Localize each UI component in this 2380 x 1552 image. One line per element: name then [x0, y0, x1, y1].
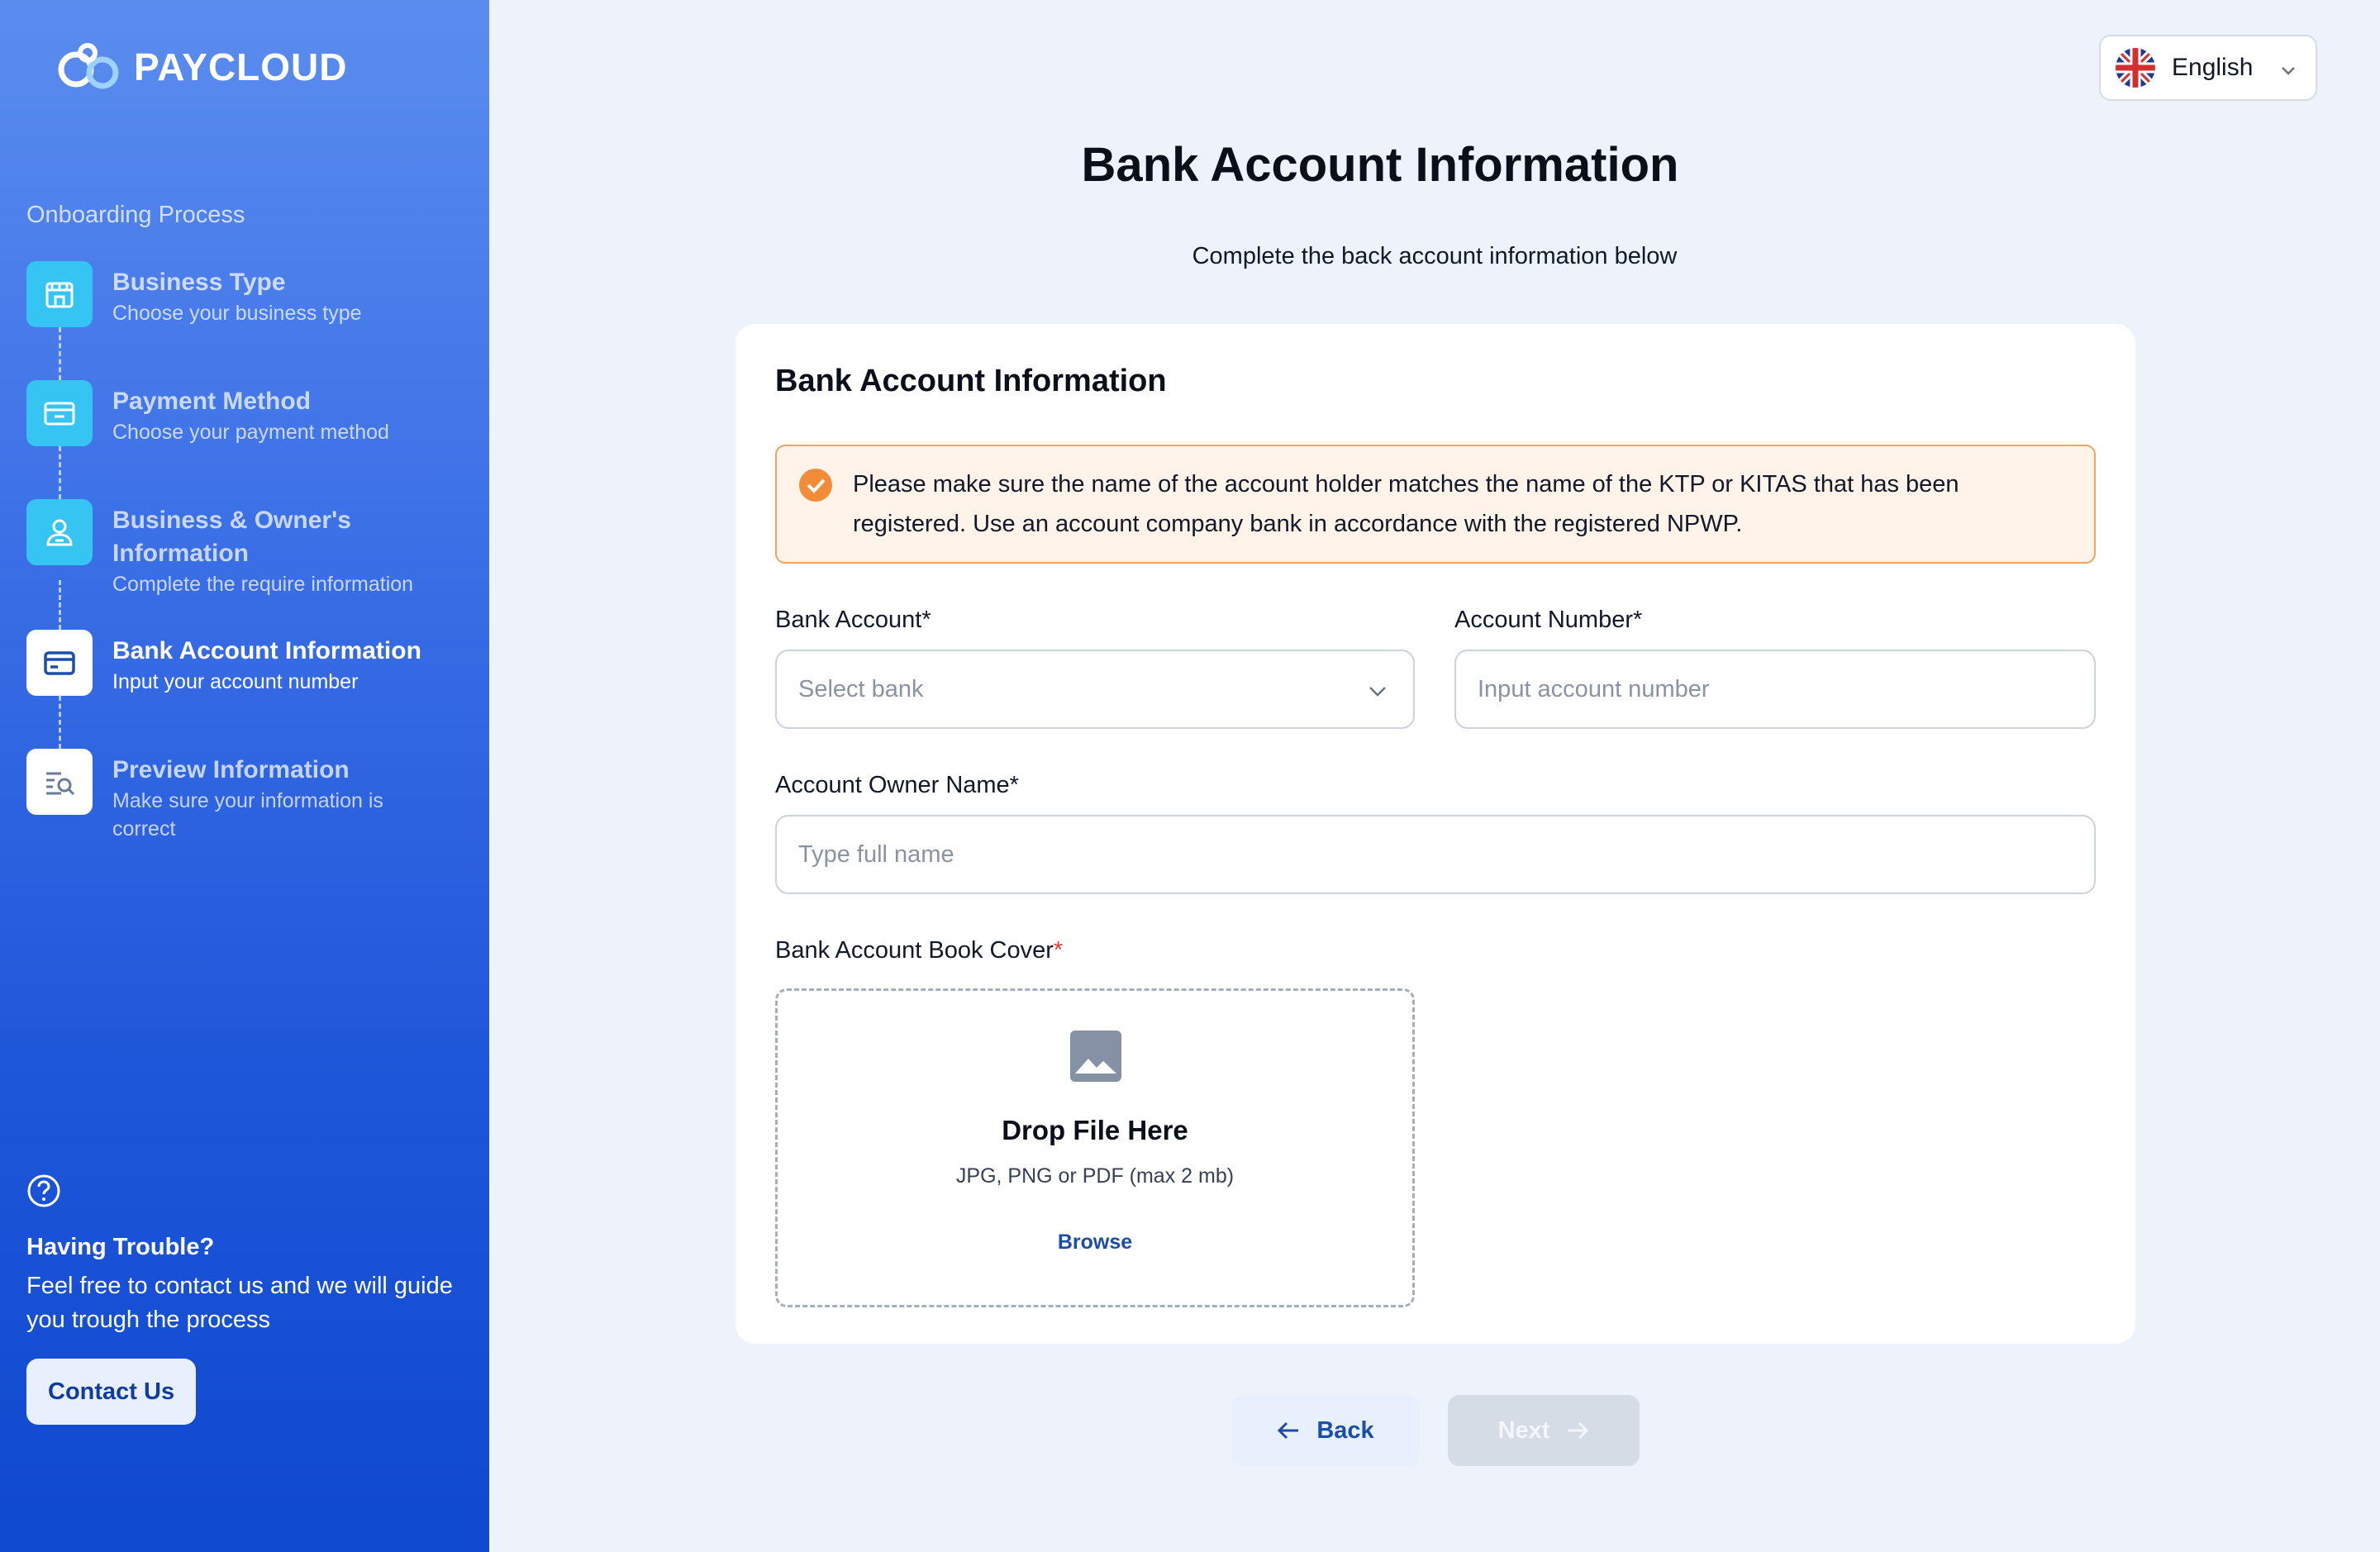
page-subtitle: Complete the back account information be…	[1192, 243, 1678, 269]
step-title: Business & Owner's Information	[112, 507, 351, 567]
step-description: Choose your business type	[112, 302, 362, 325]
step-title: Payment Method	[112, 388, 312, 415]
question-circle-icon	[27, 1174, 60, 1207]
step-title: Bank Account Information	[112, 637, 421, 664]
step-bank-account-information[interactable]: Bank Account Information Input your acco…	[26, 630, 473, 696]
bank-select[interactable]: Select bank	[775, 650, 1415, 729]
back-label: Back	[1316, 1416, 1374, 1444]
image-icon	[1070, 1031, 1121, 1082]
chevron-down-icon	[1369, 687, 1386, 697]
step-business-type[interactable]: Business Type Choose your business type	[26, 261, 473, 327]
step-connector	[26, 446, 93, 499]
section-label: Onboarding Process	[26, 202, 245, 228]
step-business-owner-information[interactable]: Business & Owner's Information Complete …	[26, 499, 473, 598]
account-number-label: Account Number*	[1454, 607, 1643, 633]
step-description: Choose your payment method	[112, 421, 389, 444]
step-title: Business Type	[112, 269, 286, 296]
browse-link[interactable]: Browse	[778, 1231, 1412, 1254]
onboarding-steps: Business Type Choose your business type …	[26, 261, 473, 843]
help-section: Having Trouble? Feel free to contact us …	[26, 1174, 473, 1425]
step-payment-method[interactable]: Payment Method Choose your payment metho…	[26, 380, 473, 446]
search-list-icon	[26, 749, 93, 815]
drop-title: Drop File Here	[1002, 1115, 1188, 1145]
step-description: Input your account number	[112, 670, 359, 693]
owner-name-placeholder: Type full name	[798, 841, 954, 868]
step-connector	[26, 327, 93, 380]
owner-name-input[interactable]: Type full name	[775, 815, 2096, 894]
arrow-left-icon	[1278, 1421, 1299, 1440]
user-id-icon	[26, 499, 93, 565]
alert-text: Please make sure the name of the account…	[853, 471, 1959, 537]
language-label: English	[2172, 54, 2254, 81]
chevron-down-icon	[2282, 67, 2295, 75]
owner-name-label: Account Owner Name*	[775, 772, 1019, 798]
brand-logo[interactable]: PAYCLOUD	[51, 38, 347, 96]
paycloud-logo-icon	[58, 43, 119, 89]
store-icon	[26, 261, 93, 327]
card-icon	[26, 630, 93, 696]
sidebar: PAYCLOUD Onboarding Process Business Typ…	[0, 0, 489, 1552]
book-cover-label-text: Bank Account Book Cover	[775, 937, 1054, 964]
step-description: Make sure your information is correct	[112, 789, 383, 840]
contact-us-button[interactable]: Contact Us	[26, 1359, 197, 1425]
drop-hint: JPG, PNG or PDF (max 2 mb)	[955, 1164, 1235, 1188]
arrow-right-icon	[1568, 1421, 1589, 1440]
bank-account-form-card: Bank Account Information Please make sur…	[735, 324, 2135, 1344]
step-preview-information[interactable]: Preview Information Make sure your infor…	[26, 749, 473, 843]
file-dropzone[interactable]: Drop File Here JPG, PNG or PDF (max 2 mb…	[775, 988, 1415, 1307]
step-description: Complete the require information	[112, 573, 414, 596]
uk-flag-icon	[2116, 48, 2155, 88]
next-label: Next	[1497, 1416, 1550, 1444]
check-circle-icon	[799, 469, 832, 502]
back-button[interactable]: Back	[1231, 1395, 1420, 1466]
brand-name: PAYCLOUD	[134, 45, 348, 88]
info-alert: Please make sure the name of the account…	[775, 445, 2096, 564]
wallet-icon	[26, 380, 93, 446]
page-title: Bank Account Information	[1081, 138, 1679, 192]
language-selector[interactable]: English	[2099, 35, 2317, 101]
step-connector	[26, 696, 93, 749]
account-number-placeholder: Input account number	[1478, 676, 1710, 702]
step-title: Preview Information	[112, 756, 350, 783]
required-mark: *	[1053, 937, 1064, 964]
help-text: Feel free to contact us and we will guid…	[26, 1273, 453, 1333]
account-number-input[interactable]: Input account number	[1454, 650, 2096, 729]
book-cover-label: Bank Account Book Cover*	[775, 937, 1063, 964]
card-title: Bank Account Information	[775, 364, 1167, 398]
bank-select-placeholder: Select bank	[798, 676, 924, 702]
bank-account-label: Bank Account*	[775, 607, 931, 633]
next-button[interactable]: Next	[1448, 1395, 1640, 1466]
help-title: Having Trouble?	[26, 1234, 215, 1260]
